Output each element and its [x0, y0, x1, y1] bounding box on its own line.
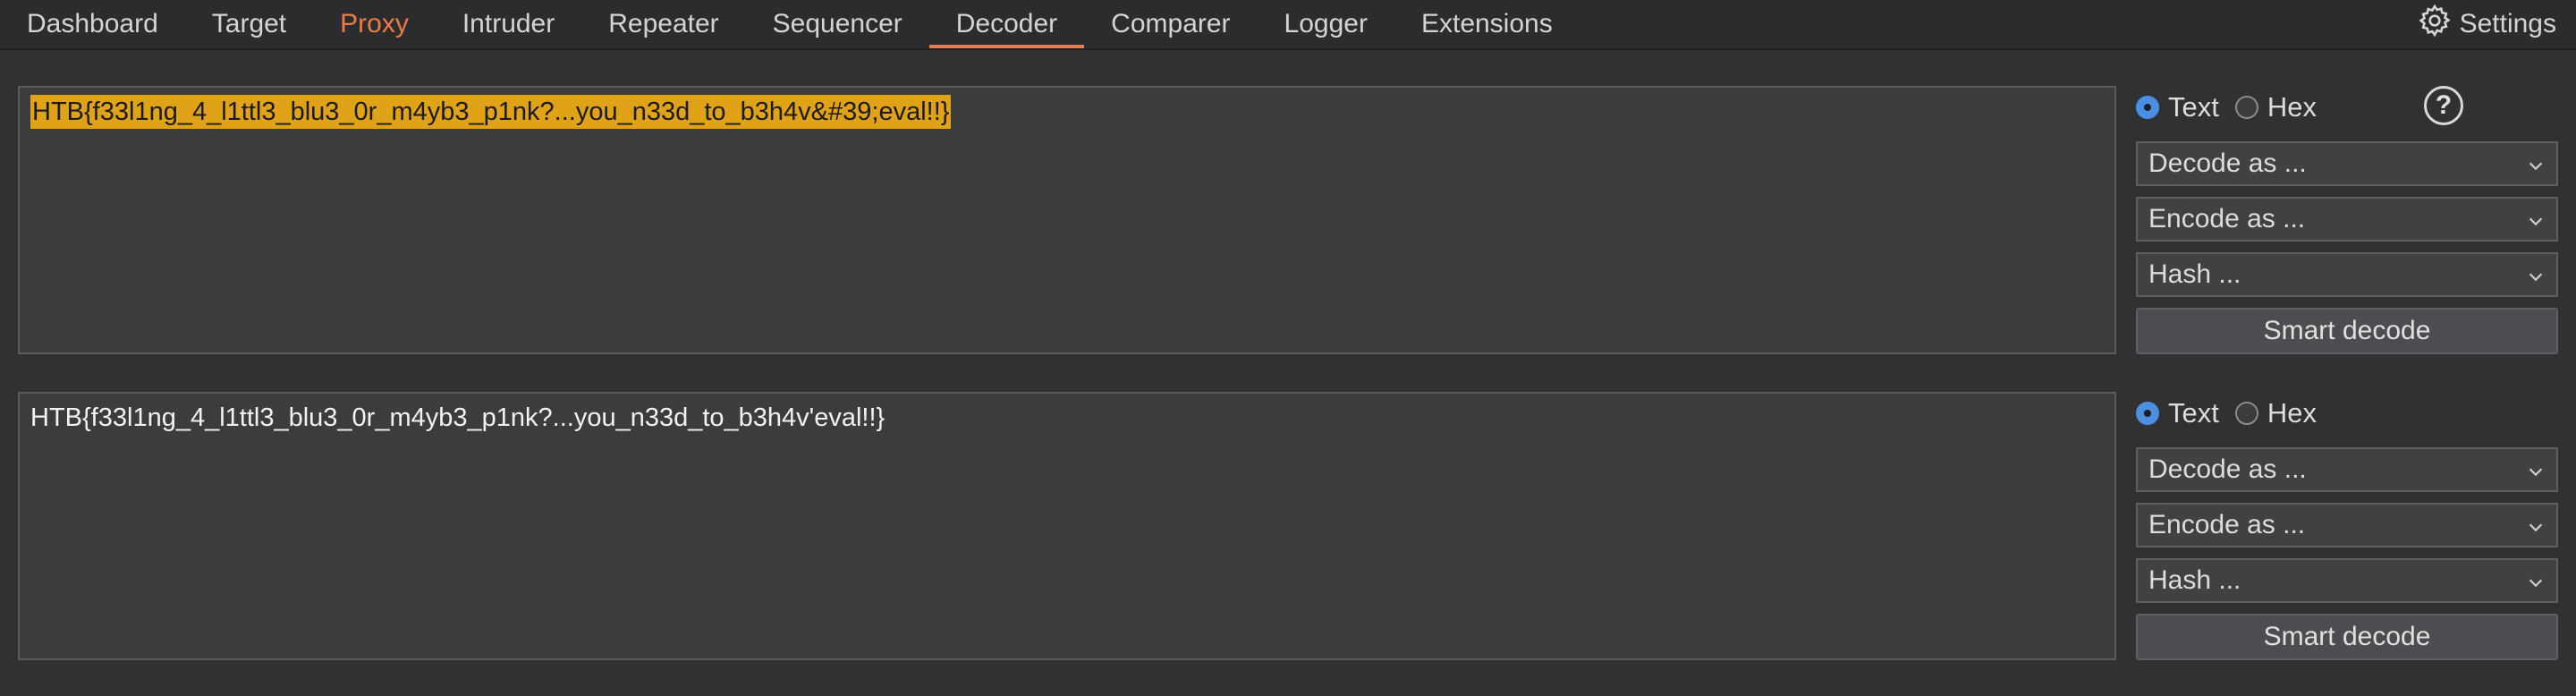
format-radio-group: Text Hex	[2136, 89, 2333, 125]
tab-proxy[interactable]: Proxy	[313, 0, 436, 48]
top-nav: Dashboard Target Proxy Intruder Repeater…	[0, 0, 2576, 50]
chevron-down-icon	[2529, 468, 2543, 477]
radio-selected-icon	[2136, 96, 2159, 119]
hash-select[interactable]: Hash ...	[2136, 252, 2558, 297]
tab-repeater[interactable]: Repeater	[581, 0, 745, 48]
chevron-down-icon	[2529, 579, 2543, 588]
radio-text-label: Text	[2168, 91, 2219, 123]
encode-as-label: Encode as ...	[2148, 510, 2306, 539]
gear-icon	[2417, 3, 2453, 46]
decode-as-select[interactable]: Decode as ...	[2136, 447, 2558, 492]
main-tabs: Dashboard Target Proxy Intruder Repeater…	[0, 0, 1580, 48]
hash-label: Hash ...	[2148, 259, 2241, 289]
tab-comparer[interactable]: Comparer	[1084, 0, 1257, 48]
format-radio-group: Text Hex	[2136, 395, 2333, 431]
radio-hex-label: Hex	[2267, 91, 2317, 123]
encode-as-select[interactable]: Encode as ...	[2136, 503, 2558, 547]
chevron-down-icon	[2529, 217, 2543, 226]
editor-text[interactable]: HTB{f33l1ng_4_l1ttl3_blu3_0r_m4yb3_p1nk?…	[30, 401, 885, 435]
radio-hex[interactable]: Hex	[2234, 397, 2317, 429]
tab-logger[interactable]: Logger	[1258, 0, 1394, 48]
tab-target[interactable]: Target	[185, 0, 313, 48]
radio-hex-label: Hex	[2267, 397, 2317, 429]
tab-extensions[interactable]: Extensions	[1394, 0, 1580, 48]
encode-as-label: Encode as ...	[2148, 204, 2306, 233]
radio-unselected-icon	[2234, 96, 2258, 119]
decoder-input-editor[interactable]: HTB{f33l1ng_4_l1ttl3_blu3_0r_m4yb3_p1nk?…	[18, 86, 2116, 354]
tab-intruder[interactable]: Intruder	[436, 0, 581, 48]
radio-selected-icon	[2136, 402, 2159, 425]
help-icon[interactable]: ?	[2424, 86, 2463, 125]
hash-select[interactable]: Hash ...	[2136, 558, 2558, 603]
tab-dashboard[interactable]: Dashboard	[0, 0, 185, 48]
radio-text[interactable]: Text	[2136, 91, 2219, 123]
hash-label: Hash ...	[2148, 565, 2241, 595]
encode-as-select[interactable]: Encode as ...	[2136, 197, 2558, 242]
radio-unselected-icon	[2234, 402, 2258, 425]
tab-decoder[interactable]: Decoder	[928, 0, 1085, 48]
settings-label: Settings	[2459, 9, 2556, 38]
radio-text[interactable]: Text	[2136, 397, 2219, 429]
chevron-down-icon	[2529, 273, 2543, 282]
settings-button[interactable]: Settings	[2417, 0, 2556, 48]
radio-hex[interactable]: Hex	[2234, 91, 2317, 123]
tab-sequencer[interactable]: Sequencer	[746, 0, 929, 48]
decoder-output-editor[interactable]: HTB{f33l1ng_4_l1ttl3_blu3_0r_m4yb3_p1nk?…	[18, 392, 2116, 660]
decode-as-label: Decode as ...	[2148, 149, 2307, 178]
smart-decode-button[interactable]: Smart decode	[2136, 614, 2558, 660]
decode-as-select[interactable]: Decode as ...	[2136, 141, 2558, 186]
radio-text-label: Text	[2168, 397, 2219, 429]
smart-decode-button[interactable]: Smart decode	[2136, 308, 2558, 354]
decode-as-label: Decode as ...	[2148, 454, 2307, 484]
editor-text-selected[interactable]: HTB{f33l1ng_4_l1ttl3_blu3_0r_m4yb3_p1nk?…	[30, 95, 952, 129]
chevron-down-icon	[2529, 523, 2543, 532]
chevron-down-icon	[2529, 162, 2543, 171]
